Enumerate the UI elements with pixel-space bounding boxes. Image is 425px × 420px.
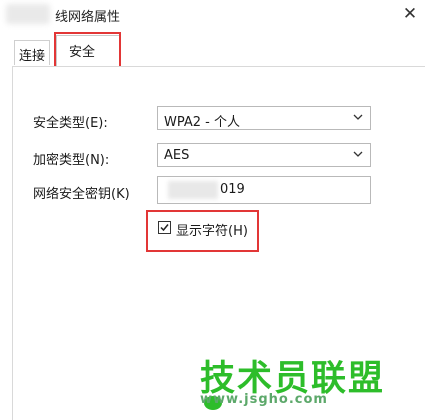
title-bar: 线网络属性 ✕ [0,0,425,30]
blurred-title-prefix [6,4,50,24]
encryption-type-label: 加密类型(N): [33,153,110,168]
tab-connection-label: 连接 [19,49,46,64]
chevron-down-icon [353,114,363,120]
blurred-key-mask [168,181,218,199]
tab-highlight-box [54,32,121,70]
encryption-type-select[interactable]: AES [157,143,371,167]
network-key-label: 网络安全密钥(K) [33,187,130,202]
security-type-value: WPA2 - 个人 [164,115,240,130]
watermark-url: www.jsgho.com [200,392,328,407]
network-key-value: 019 [220,182,245,197]
encryption-type-value: AES [164,148,190,163]
checkbox-highlight-box [146,210,259,252]
chevron-down-icon [353,151,363,157]
window-title: 线网络属性 [55,10,121,25]
close-button[interactable]: ✕ [395,0,425,30]
tab-connection[interactable]: 连接 [14,40,50,65]
security-type-label: 安全类型(E): [33,116,108,131]
network-key-input[interactable]: 019 [157,176,371,204]
security-type-select[interactable]: WPA2 - 个人 [157,106,371,130]
